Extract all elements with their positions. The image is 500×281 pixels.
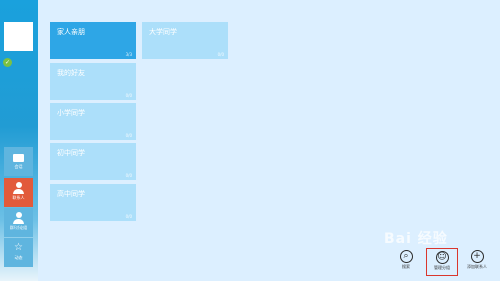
nav-label: 动态 <box>14 255 23 260</box>
group-name: 小学同学 <box>57 109 85 117</box>
group-count: 0/0 <box>217 52 224 57</box>
group-name: 大学同学 <box>149 28 177 36</box>
online-status-icon[interactable]: ✓ <box>3 58 12 67</box>
action-label: 添加联系人 <box>467 264 487 269</box>
action-label: 搜索 <box>402 264 410 269</box>
group-count: 0/0 <box>125 93 132 98</box>
nav-label: 群/讨论组 <box>9 225 28 230</box>
group-tile-middle-school[interactable]: 初中同学 0/0 <box>50 143 136 180</box>
add-contact-button[interactable]: + 添加联系人 <box>461 248 493 276</box>
avatar[interactable] <box>4 22 33 51</box>
group-count: 0/0 <box>125 214 132 219</box>
nav-item-contacts[interactable]: 联系人 <box>4 178 33 207</box>
manage-groups-icon: ☺ <box>435 251 449 264</box>
nav-item-feeds[interactable]: ☆ 动态 <box>4 238 33 267</box>
group-tile-family[interactable]: 家人亲朋 3/3 <box>50 22 136 59</box>
group-name: 初中同学 <box>57 149 85 157</box>
group-tile-university[interactable]: 大学同学 0/0 <box>142 22 228 59</box>
search-button[interactable]: ⌕ 搜索 <box>390 248 422 276</box>
group-count: 0/0 <box>125 173 132 178</box>
chat-bubble-icon <box>4 147 33 164</box>
person-icon <box>4 178 33 195</box>
nav-label: 会话 <box>14 164 23 169</box>
search-icon: ⌕ <box>399 250 413 263</box>
group-tile-high-school[interactable]: 高中同学 0/0 <box>50 184 136 221</box>
sidebar: ✓ 会话 联系人 群/讨论组 ☆ 动态 <box>0 0 38 281</box>
star-icon: ☆ <box>14 242 23 253</box>
group-grid: 家人亲朋 3/3 大学同学 0/0 我的好友 0/0 小学同学 0/0 初中同学… <box>50 22 230 222</box>
group-count: 0/0 <box>125 133 132 138</box>
group-name: 高中同学 <box>57 190 85 198</box>
nav-item-sessions[interactable]: 会话 <box>4 147 33 176</box>
group-name: 家人亲朋 <box>57 28 85 36</box>
group-count: 3/3 <box>125 52 132 57</box>
action-label: 管理分组 <box>434 265 450 270</box>
nav-item-groups[interactable]: 群/讨论组 <box>4 208 33 237</box>
add-icon: + <box>470 250 484 263</box>
group-icon <box>4 208 33 225</box>
group-name: 我的好友 <box>57 69 85 77</box>
watermark-logo: Bai 经验 <box>384 231 448 247</box>
group-tile-primary-school[interactable]: 小学同学 0/0 <box>50 103 136 140</box>
group-tile-friends[interactable]: 我的好友 0/0 <box>50 63 136 100</box>
manage-groups-button[interactable]: ☺ 管理分组 <box>426 248 458 276</box>
nav-label: 联系人 <box>12 195 25 200</box>
